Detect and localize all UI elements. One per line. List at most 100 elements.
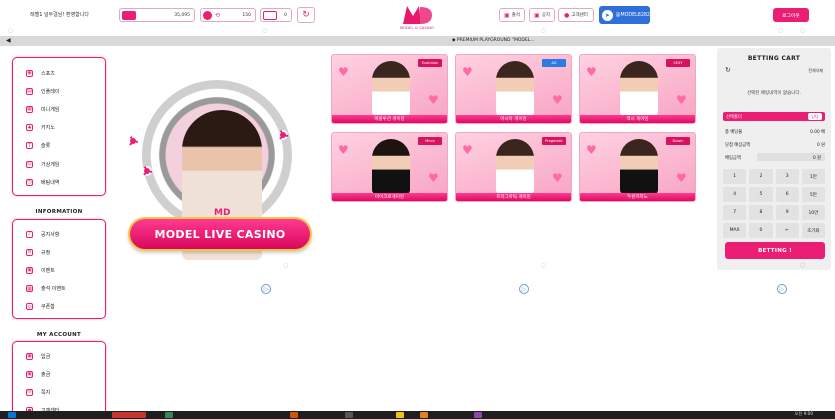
delete-all-button[interactable]: 전체삭제 — [808, 68, 823, 74]
notice-button[interactable]: ▣ 공지 — [529, 8, 555, 22]
banner-title: MODEL LIVE CASINO — [128, 217, 312, 251]
menu-item-history[interactable]: ◷ 배팅내역 — [13, 173, 105, 191]
key-3[interactable]: 3 — [775, 169, 799, 184]
notice-ticker: ◀ ◆ PREMIUM PLAYGROUND "MODEL... — [0, 36, 835, 46]
game-card-evolution[interactable]: ♥ ♥ Evolution 에볼루션 게이밍 — [331, 54, 448, 124]
my-account-title: MY ACCOUNT — [36, 332, 82, 338]
key-2[interactable]: 2 — [749, 169, 773, 184]
menu-item-rules[interactable]: ≡ 규정 — [13, 243, 105, 261]
support-label: 고객센터 — [571, 13, 588, 18]
menu-item-deposit[interactable]: ▣ 입금 — [13, 347, 105, 365]
game-card-pragmatic[interactable]: ♥ ♥ Pragmatic 프라그마틱 게이밍 — [455, 132, 572, 202]
heart-icon: ♥ — [586, 65, 597, 79]
menu-item-sports[interactable]: ◉ 스포츠 — [13, 64, 105, 82]
dealer-image — [372, 61, 410, 116]
key-reset[interactable]: 초기화 — [801, 223, 825, 238]
refresh-icon[interactable]: ↻ — [725, 66, 731, 74]
widget-icon: ▷ — [519, 284, 529, 294]
provider-logo: AG — [542, 59, 566, 67]
menu-label: 규정 — [41, 249, 51, 256]
key-4[interactable]: 4 — [723, 187, 747, 202]
telegram-label: @MODEL8282 — [615, 12, 650, 18]
game-card-asia[interactable]: ♥ ♥ AG 아시아 게이밍 — [455, 54, 572, 124]
menu-item-attendance-event[interactable]: ▦ 출석 이벤트 — [13, 280, 105, 298]
game-card-micro[interactable]: ♥ ♥ Micro 마이크로게이밍 — [331, 132, 448, 202]
game-card-sexy[interactable]: ♥ ♥ SEXY 섹시 게이밍 — [579, 54, 696, 124]
account-menu: ▣입금 ▣출금 ✉쪽지 ●고객센터 — [12, 341, 106, 419]
logo-subtitle: MODEL & CASINO — [400, 26, 434, 30]
menu-item-withdraw[interactable]: ▣ 출금 — [13, 365, 105, 383]
logo-mark — [403, 6, 432, 24]
app-icon[interactable] — [345, 412, 353, 418]
expected-win-row: 당첨 예상금액 0 원 — [725, 142, 825, 148]
key-5[interactable]: 5 — [749, 187, 773, 202]
widget-icon: ◌ — [800, 27, 806, 34]
key-9[interactable]: 9 — [775, 205, 799, 220]
menu-item-inplay[interactable]: ▤ 인플레이 — [13, 82, 105, 100]
dealer-image — [372, 139, 410, 194]
telegram-icon: ➤ — [602, 9, 613, 21]
provider-logo: Pragmatic — [542, 137, 566, 145]
menu-item-slot[interactable]: 7 슬롯 — [13, 137, 105, 155]
bet-amount-input[interactable]: 0 원 — [757, 153, 825, 161]
app-thumbnail-icon[interactable] — [112, 412, 146, 418]
key-8[interactable]: 8 — [749, 205, 773, 220]
total-odds-value: 0.00 배 — [810, 130, 825, 135]
key-backspace[interactable]: ← — [775, 223, 799, 238]
heart-icon: ♥ — [462, 65, 473, 79]
app-icon[interactable] — [290, 412, 298, 418]
deposit-icon: ▣ — [26, 352, 33, 360]
heart-icon: ♥ — [552, 93, 563, 107]
key-100k[interactable]: 10만 — [801, 205, 825, 220]
point-icon — [203, 10, 212, 20]
menu-item-coupon[interactable]: ◎ 쿠폰함 — [13, 298, 105, 316]
menu-item-message[interactable]: ✉ 쪽지 — [13, 383, 105, 401]
support-button[interactable]: ● 고객센터 — [558, 8, 594, 22]
key-0[interactable]: 0 — [749, 223, 773, 238]
menu-item-event[interactable]: ▣ 이벤트 — [13, 261, 105, 279]
app-icon[interactable] — [420, 412, 428, 418]
menu-label: 출금 — [41, 371, 51, 378]
chip-image — [142, 166, 152, 176]
main-menu: ◉ 스포츠 ▤ 인플레이 ▦ 미니게임 ♠ 카지노 7 슬롯 ◎ 가상게임 ◷ 배팅내역 — [12, 57, 106, 196]
money-display[interactable]: 35,095 — [119, 8, 195, 22]
folder-icon[interactable] — [396, 412, 404, 418]
menu-label: 카지노 — [41, 125, 55, 132]
key-1[interactable]: 1 — [723, 169, 747, 184]
message-count: 0 — [284, 12, 287, 18]
refresh-button[interactable]: ↻ — [297, 7, 315, 23]
site-logo[interactable]: MODEL & CASINO — [399, 4, 435, 32]
withdraw-icon: ▣ — [26, 370, 33, 378]
start-icon[interactable] — [8, 412, 16, 418]
close-button[interactable]: 닫다 — [808, 113, 822, 120]
key-max[interactable]: MAX — [723, 223, 747, 238]
dealer-image — [496, 139, 534, 194]
app-icon[interactable] — [474, 412, 482, 418]
attendance-button[interactable]: ▣ 출석 — [499, 8, 525, 22]
message-display[interactable]: 0 — [260, 8, 292, 22]
taskbar-clock: 오전 9:00 — [794, 411, 813, 416]
telegram-button[interactable]: ➤ @MODEL8282 — [599, 6, 650, 24]
game-card-dowin[interactable]: ♥ ♥ Dowin 두윈카지노 — [579, 132, 696, 202]
betting-button[interactable]: BETTING ! — [725, 242, 825, 259]
menu-item-casino[interactable]: ♠ 카지노 — [13, 119, 105, 137]
point-display[interactable]: ⟲ 150 — [200, 8, 256, 22]
dealer-image — [620, 61, 658, 116]
logout-button[interactable]: 로그아웃 — [773, 8, 809, 22]
menu-item-virtual[interactable]: ◎ 가상게임 — [13, 155, 105, 173]
menu-label: 인플레이 — [41, 88, 60, 95]
key-6[interactable]: 6 — [775, 187, 799, 202]
heart-icon: ♥ — [462, 143, 473, 157]
menu-label: 쿠폰함 — [41, 304, 55, 311]
chip-image — [128, 136, 138, 146]
heart-icon: ♥ — [428, 171, 439, 185]
cart-title: BETTING CART — [747, 55, 801, 62]
key-50k[interactable]: 5만 — [801, 187, 825, 202]
key-10k[interactable]: 1만 — [801, 169, 825, 184]
key-7[interactable]: 7 — [723, 205, 747, 220]
menu-item-notice[interactable]: ♪ 공지사항 — [13, 225, 105, 243]
bet-keypad: 1 2 3 1만 4 5 6 5만 7 8 9 10만 MAX 0 ← 초기화 — [723, 169, 825, 238]
ticker-text: ◆ PREMIUM PLAYGROUND "MODEL... — [452, 38, 535, 43]
app-icon[interactable] — [165, 412, 173, 418]
menu-item-minigame[interactable]: ▦ 미니게임 — [13, 100, 105, 118]
